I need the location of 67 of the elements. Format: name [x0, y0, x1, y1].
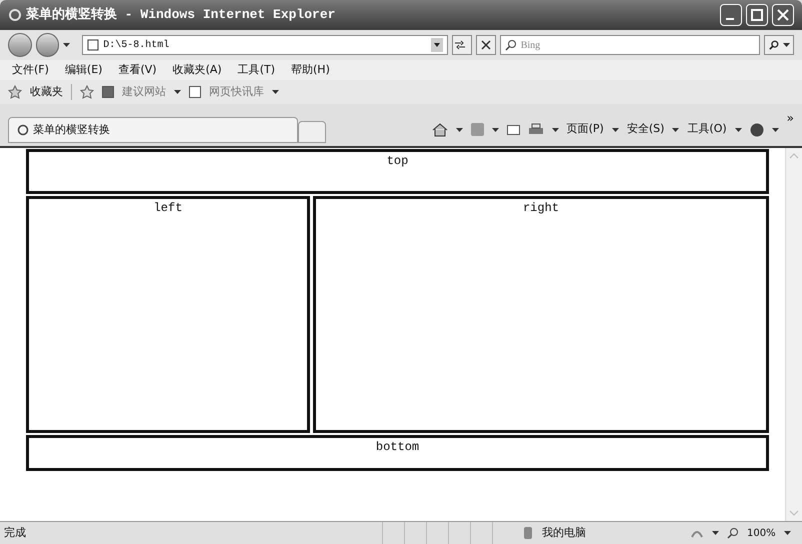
menu-item[interactable]: 收藏夹(A): [172, 62, 222, 78]
star-icon: [8, 85, 22, 99]
command-button[interactable]: 安全(S): [626, 121, 664, 138]
caret-icon[interactable]: [63, 43, 70, 47]
page-icon: [102, 86, 114, 98]
address-field[interactable]: D:\5-8.html: [82, 35, 448, 55]
search-button[interactable]: [764, 35, 794, 55]
ie-icon: [17, 124, 29, 136]
minimize-button[interactable]: [720, 4, 742, 26]
back-button[interactable]: [8, 33, 32, 57]
caret-icon[interactable]: [272, 90, 279, 94]
caret-icon[interactable]: [612, 128, 619, 132]
printer-icon[interactable]: [528, 122, 544, 136]
menu-item[interactable]: 帮助(H): [291, 62, 330, 78]
maximize-icon: [751, 9, 763, 21]
zoom-level[interactable]: 100%: [747, 526, 776, 540]
frame-label: top: [386, 153, 408, 170]
close-button[interactable]: [772, 4, 794, 26]
home-icon[interactable]: [432, 122, 448, 136]
page-icon: [87, 39, 100, 51]
frame-label: bottom: [376, 439, 420, 456]
frame-label: left: [154, 200, 182, 217]
search-icon: [504, 39, 517, 51]
status-text: 完成: [4, 524, 27, 541]
favorite-link[interactable]: 建议网站: [122, 84, 166, 100]
minimize-icon: [726, 18, 734, 20]
favorite-link[interactable]: 网页快讯库: [209, 84, 264, 100]
caret-icon[interactable]: [712, 531, 719, 535]
add-favorite-icon[interactable]: [80, 85, 94, 99]
close-icon: [777, 9, 789, 21]
caret-icon[interactable]: [672, 128, 680, 132]
command-button[interactable]: 工具(O): [687, 121, 727, 138]
zoom-icon[interactable]: [727, 527, 739, 539]
frame-label: right: [522, 200, 559, 217]
caret-icon[interactable]: [772, 128, 779, 132]
tab-label: 菜单的横竖转换: [33, 122, 110, 138]
caret-icon[interactable]: [456, 128, 463, 132]
menu-item[interactable]: 工具(T): [238, 62, 275, 78]
stop-button[interactable]: [476, 35, 496, 55]
maximize-button[interactable]: [746, 4, 768, 26]
search-field[interactable]: Bing: [500, 35, 760, 55]
search-input[interactable]: Bing: [520, 38, 756, 52]
refresh-icon: [453, 40, 468, 50]
mail-icon[interactable]: [506, 124, 520, 134]
zone-text: 我的电脑: [542, 524, 587, 541]
search-icon: [768, 40, 779, 50]
ie-icon: [8, 8, 22, 22]
menu-item[interactable]: 编辑(E): [64, 62, 102, 78]
caret-icon[interactable]: [784, 531, 791, 535]
browser-tab[interactable]: 菜单的横竖转换: [8, 117, 298, 143]
dropdown-icon[interactable]: [431, 38, 444, 52]
window-title: 菜单的横竖转换 - Windows Internet Explorer: [26, 6, 336, 24]
menu-item[interactable]: 文件(F): [12, 62, 49, 78]
favorites-label[interactable]: 收藏夹: [30, 84, 63, 100]
close-icon: [480, 40, 491, 50]
page-icon: [189, 86, 201, 98]
caret-icon[interactable]: [782, 43, 790, 47]
caret-icon[interactable]: [492, 128, 499, 132]
caret-icon[interactable]: [174, 90, 181, 94]
caret-icon[interactable]: [734, 128, 742, 132]
menu-item[interactable]: 查看(V): [118, 62, 157, 78]
overflow-chevron[interactable]: »: [786, 109, 794, 128]
command-button[interactable]: 页面(P): [566, 121, 604, 138]
url-text: D:\5-8.html: [103, 38, 170, 52]
refresh-button[interactable]: [452, 35, 472, 55]
forward-button[interactable]: [36, 33, 60, 57]
caret-icon[interactable]: [552, 128, 559, 132]
